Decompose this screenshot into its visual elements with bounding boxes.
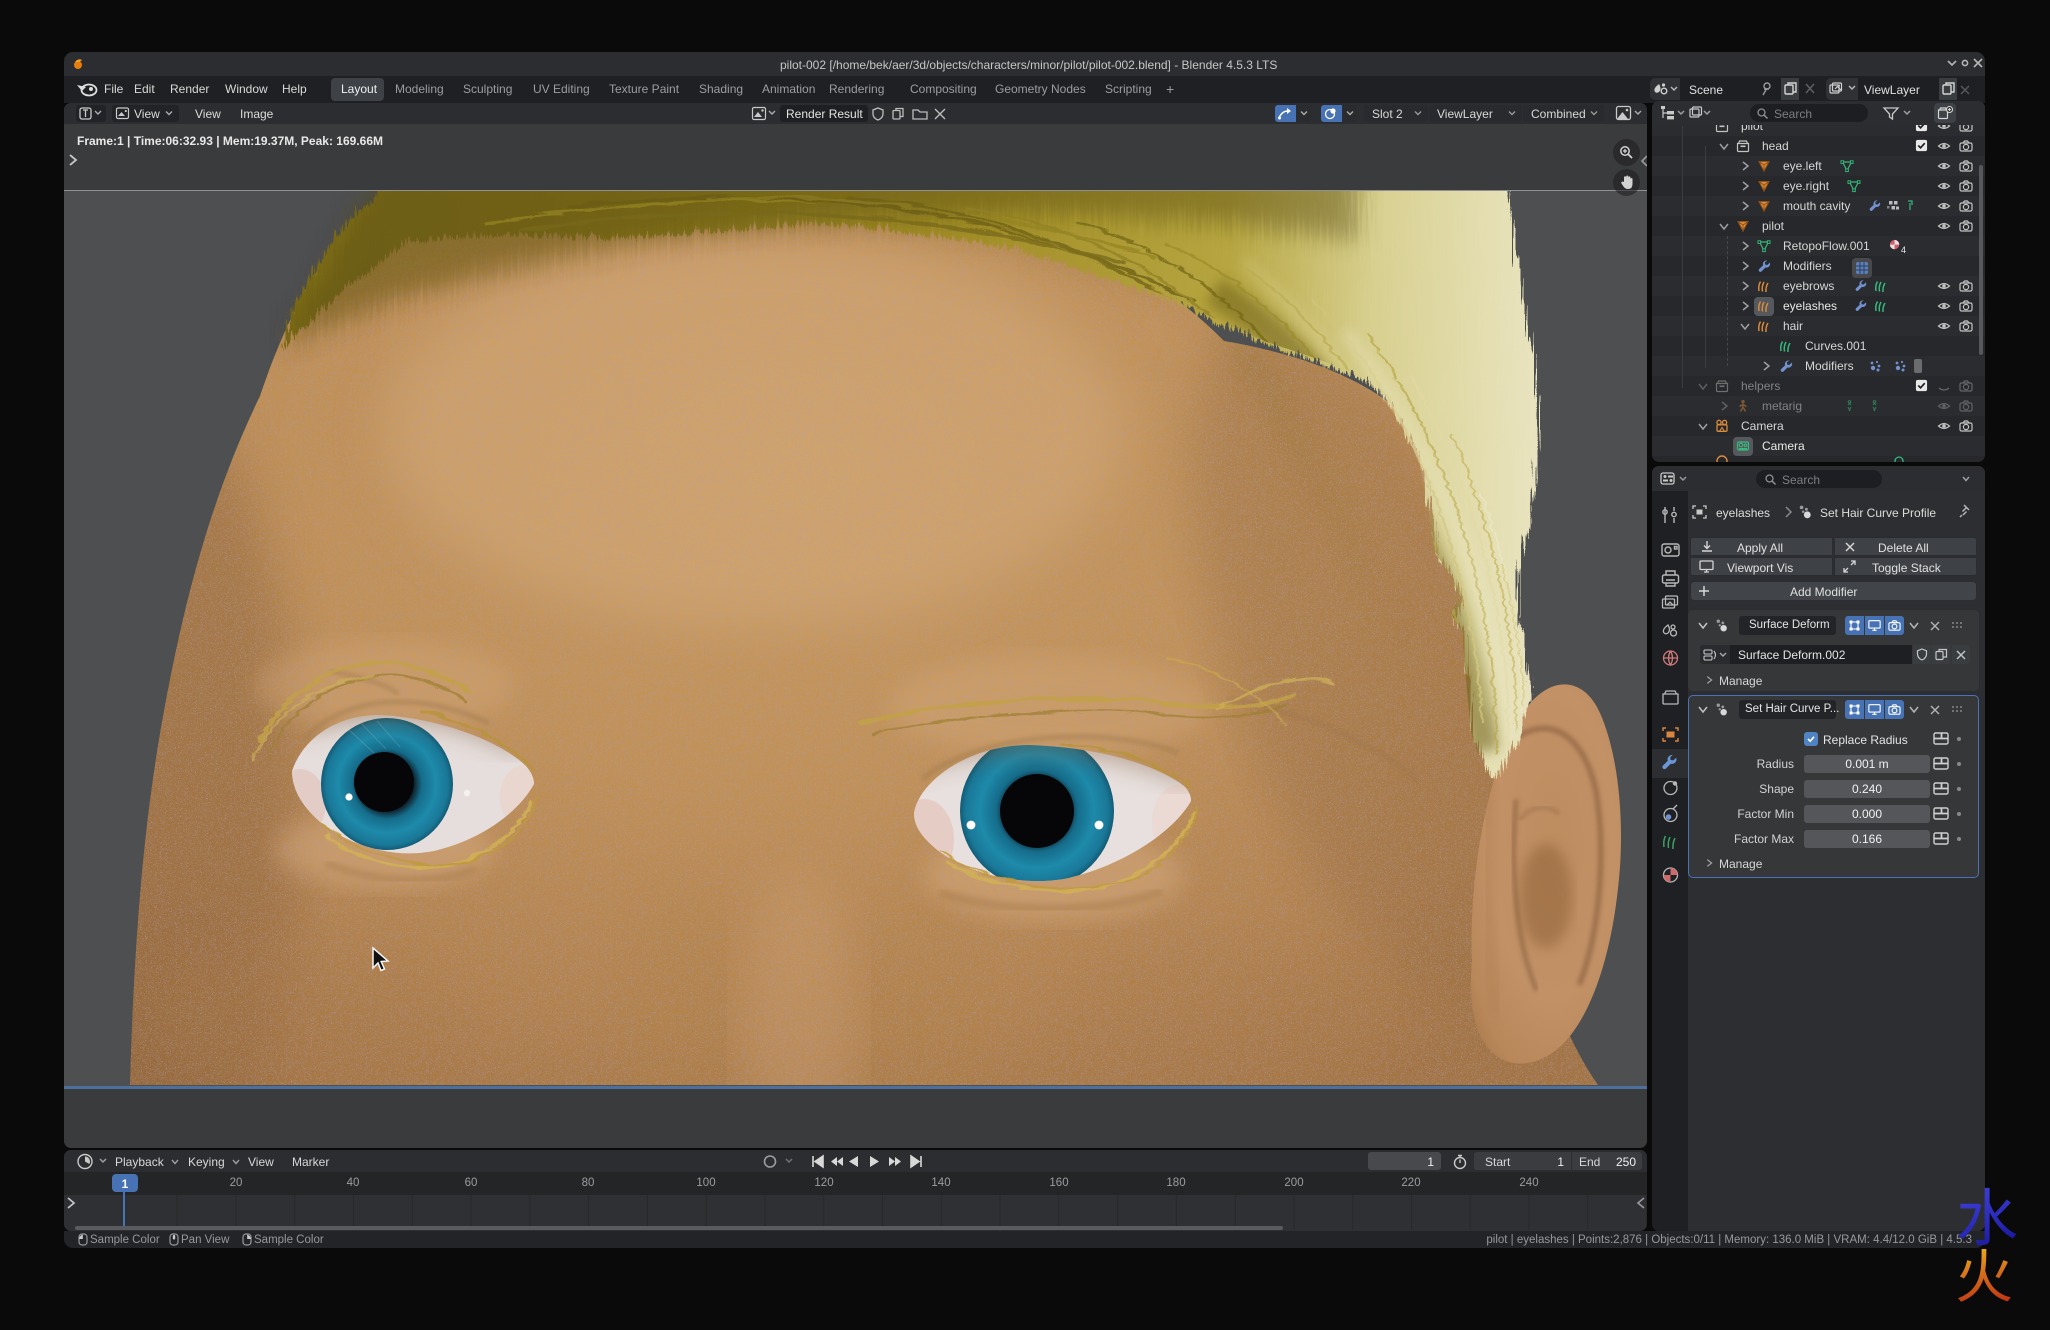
svg-text:head: head — [1762, 139, 1789, 153]
svg-text:Camera: Camera — [1741, 419, 1784, 433]
svg-text:eyelashes: eyelashes — [1783, 299, 1837, 313]
svg-text:Camera: Camera — [1762, 439, 1805, 453]
svg-text:4: 4 — [1901, 245, 1906, 255]
svg-text:hair: hair — [1783, 319, 1803, 333]
svg-text:helpers: helpers — [1741, 379, 1780, 393]
svg-text:RetopoFlow.001: RetopoFlow.001 — [1783, 239, 1870, 253]
svg-text:eyebrows: eyebrows — [1783, 279, 1834, 293]
svg-text:mouth cavity: mouth cavity — [1783, 199, 1850, 213]
svg-text:Modifiers: Modifiers — [1783, 259, 1832, 273]
svg-text:Modifiers: Modifiers — [1805, 359, 1854, 373]
svg-text:eye.right: eye.right — [1783, 179, 1830, 193]
svg-text:eye.left: eye.left — [1783, 159, 1822, 173]
svg-text:Curves.001: Curves.001 — [1805, 339, 1867, 353]
svg-text:pilot: pilot — [1762, 219, 1785, 233]
svg-text:metarig: metarig — [1762, 399, 1802, 413]
